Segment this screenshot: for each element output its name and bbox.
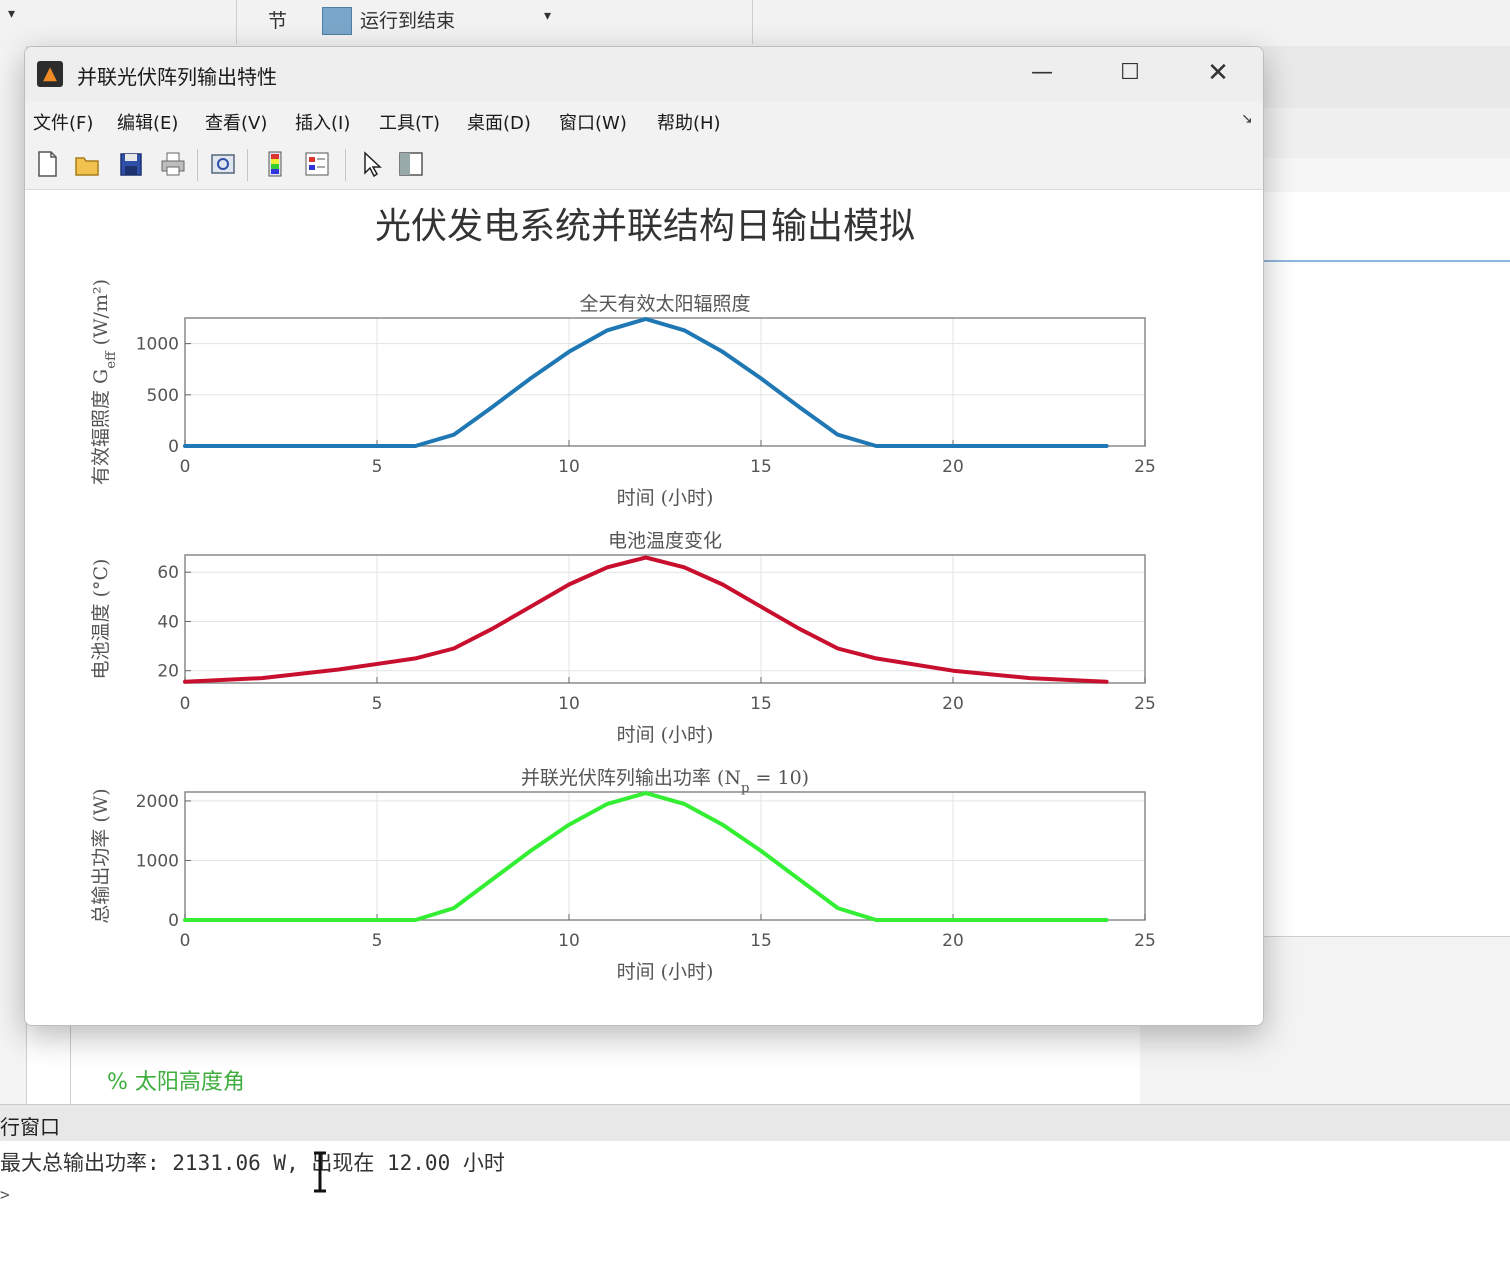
maximize-button[interactable]: ☐ [1103,53,1157,93]
x-tick-label: 5 [372,457,383,477]
menu-edit[interactable]: 编辑(E) [117,109,178,135]
y-axis-label: 电池温度 (°C) [90,559,112,680]
y-tick-label: 2000 [136,792,179,812]
x-axis-label: 时间 (小时) [617,961,714,983]
menu-help[interactable]: 帮助(H) [657,109,721,135]
x-tick-label: 25 [1134,931,1156,951]
command-output-line: 最大总输出功率: 2131.06 W, 出现在 12.00 小时 [0,1151,505,1175]
legend-icon[interactable] [303,149,331,179]
x-tick-label: 0 [180,457,191,477]
axes-background [185,318,1145,446]
x-tick-label: 10 [558,694,580,714]
y-axis-label: 总输出功率 (W) [90,788,112,923]
ribbon: ▾ 节 运行到结束 ▾ [0,0,1510,47]
y-tick-label: 0 [168,911,179,931]
command-window-title: 行窗口 [0,1115,60,1139]
property-inspector-icon[interactable] [397,149,425,179]
y-tick-label: 60 [157,563,179,583]
x-tick-label: 15 [750,931,772,951]
figure-window-title: 并联光伏阵列输出特性 [77,65,277,89]
subplots-group: 0 5 10 15 20 2505001000全天有效太阳辐照度时间 (小时)有效辐照度 … [90,279,1156,983]
figure-toolbar [25,141,1263,190]
ribbon-dropdown-arrow[interactable]: ▾ [544,8,551,24]
figure-titlebar[interactable]: ▲ 并联光伏阵列输出特性 — ☐ ✕ [25,47,1263,101]
command-window-header: 行窗口 [0,1104,1510,1142]
x-tick-label: 10 [558,931,580,951]
axes-background [185,555,1145,683]
figure-window[interactable]: ▲ 并联光伏阵列输出特性 — ☐ ✕ 文件(F) 编辑(E) 查看(V) 插入(… [24,46,1264,1026]
x-tick-label: 0 [180,931,191,951]
x-tick-label: 20 [942,931,964,951]
section-label[interactable]: 节 [268,6,287,33]
axes-title: 全天有效太阳辐照度 [579,293,750,315]
axes-background [185,792,1145,920]
text-ibeam-cursor-icon [314,1151,326,1193]
subplot-axes: 0 5 10 15 20 25 0 1000 2000 并联光伏阵列输出功率 (Np = 10) 时… [90,767,1156,983]
x-tick-label: 15 [750,457,772,477]
axes-title: 并联光伏阵列输出功率 (Np = 10) [521,767,809,796]
open-icon[interactable] [73,149,101,179]
ribbon-separator [236,0,237,44]
x-tick-label: 20 [942,457,964,477]
x-tick-label: 25 [1134,457,1156,477]
y-tick-label: 1000 [136,851,179,871]
menu-file[interactable]: 文件(F) [33,109,93,135]
pointer-icon[interactable] [357,149,385,179]
ribbon-separator [752,0,753,44]
current-folder-panel[interactable] [0,46,27,1106]
x-tick-label: 5 [372,694,383,714]
dock-figure-icon[interactable]: ↘ [1241,111,1253,127]
y-tick-label: 20 [157,662,179,682]
x-tick-label: 15 [750,694,772,714]
y-tick-label: 40 [157,612,179,632]
axes-title: 电池温度变化 [608,530,722,552]
link-plot-icon[interactable] [209,149,237,179]
new-figure-icon[interactable] [33,149,61,179]
x-tick-label: 5 [372,931,383,951]
x-tick-label: 20 [942,694,964,714]
editor-tab-underline [1264,260,1510,262]
y-tick-label: 0 [168,437,179,457]
menu-insert[interactable]: 插入(I) [295,109,350,135]
close-button[interactable]: ✕ [1191,53,1245,93]
plots-svg[interactable]: 光伏发电系统并联结构日输出模拟 0 5 10 15 20 2505001000全天有效太阳… [25,190,1263,1025]
figure-suptitle: 光伏发电系统并联结构日输出模拟 [375,206,915,247]
matlab-logo-icon: ▲ [37,61,63,87]
command-window[interactable]: 最大总输出功率: 2131.06 W, 出现在 12.00 小时 > [0,1141,1510,1264]
figure-canvas[interactable]: 光伏发电系统并联结构日输出模拟 0 5 10 15 20 25 0 500 1000 全天有效太阳… [25,190,1263,1025]
x-tick-label: 10 [558,457,580,477]
menu-view[interactable]: 查看(V) [205,109,267,135]
y-tick-label: 1000 [136,335,179,355]
command-prompt[interactable]: > [0,1185,10,1204]
subplot-axes: 0 5 10 15 20 25 0 500 1000 全天有效太阳辐照度时间 (小时) 有效辐照度 … [90,279,1156,509]
y-tick-label: 500 [147,386,179,406]
menu-tools[interactable]: 工具(T) [379,109,440,135]
save-icon[interactable] [117,149,145,179]
y-axis-label: 有效辐照度 Geff (W/m²) [90,279,119,485]
print-icon[interactable] [159,149,187,179]
x-axis-label: 时间 (小时) [617,487,714,509]
menu-window[interactable]: 窗口(W) [559,109,627,135]
x-axis-label: 时间 (小时) [617,724,714,746]
run-to-end-icon[interactable] [322,7,352,35]
menu-desktop[interactable]: 桌面(D) [467,109,531,135]
colorbar-icon[interactable] [261,149,289,179]
figure-menubar: 文件(F) 编辑(E) 查看(V) 插入(I) 工具(T) 桌面(D) 窗口(W… [25,101,1263,141]
editor-comment-line[interactable]: % 太阳高度角 [107,1064,245,1096]
x-tick-label: 25 [1134,694,1156,714]
toolbar-separator [345,149,346,181]
editor-pane[interactable]: % 太阳高度角 [70,1024,1142,1104]
run-to-end-button[interactable]: 运行到结束 [360,6,455,33]
x-tick-label: 0 [180,694,191,714]
subplot-axes: 0 5 10 15 20 25 20 40 60 电池温度变化时间 (小时) 电池温度 (°C) [90,530,1156,746]
ribbon-collapse-arrow[interactable]: ▾ [8,6,15,22]
minimize-button[interactable]: — [1015,53,1069,93]
toolbar-separator [247,149,248,181]
toolbar-separator [197,149,198,181]
